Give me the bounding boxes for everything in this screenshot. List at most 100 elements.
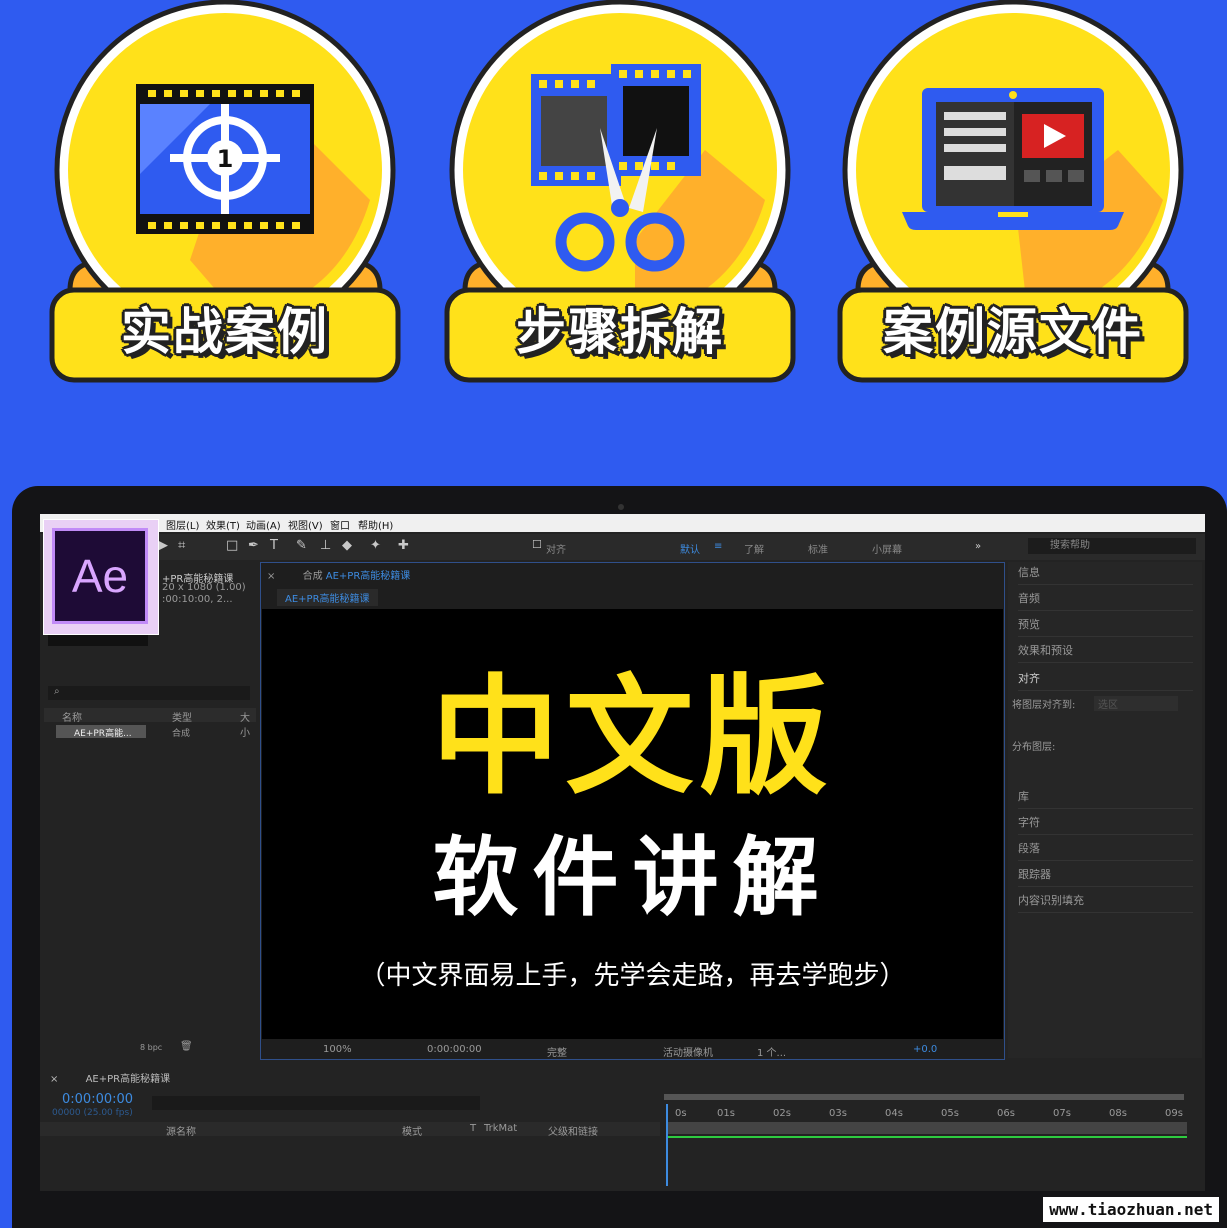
column-source-name[interactable]: 源名称 [166,1123,196,1138]
search-help-input[interactable]: 搜索帮助 [1028,538,1196,554]
menu-item-layer[interactable]: 图层(L) [166,517,199,532]
brush-tool-icon[interactable]: ✎ [296,538,307,553]
zoom-select[interactable]: 100% [323,1044,352,1055]
camera-dot [618,504,624,510]
time-ruler: 0s 01s 02s 03s 04s 05s 06s 07s 08s 09s [667,1108,1187,1120]
project-row[interactable]: AE+PR高能... [56,725,146,739]
column-size[interactable]: 大小 [240,709,256,739]
search-icon: ⌕ [54,686,60,697]
timecode-display[interactable]: 0:00:00:00 [427,1044,482,1055]
workspace-menu-icon[interactable]: ≡ [714,541,722,552]
panel-preview[interactable]: 预览 [1018,614,1193,637]
ruler-tick: 01s [717,1108,735,1119]
row-name: AE+PR高能... [74,729,132,739]
panel-align[interactable]: 对齐 [1018,668,1193,691]
comp-viewer: 中文版 软件讲解 （中文界面易上手，先学会走路，再去学跑步） [262,609,1003,1039]
menu-item-help[interactable]: 帮助(H) [358,517,393,532]
ruler-tick: 04s [885,1108,903,1119]
badge-label: 案例源文件 [883,303,1143,361]
bpc-label[interactable]: 8 bpc [140,1043,162,1052]
close-icon[interactable]: × [50,1074,58,1085]
svg-text:1: 1 [217,145,234,173]
timeline-fps: 00000 (25.00 fps) [52,1108,133,1118]
comp-duration-bar [667,1136,1187,1138]
project-columns: 名称 类型 大小 [44,708,256,739]
column-mode[interactable]: 模式 [402,1123,422,1138]
distribute-label: 分布图层: [1012,742,1056,753]
panel-tracker[interactable]: 跟踪器 [1018,864,1193,887]
comp-duration: :00:10:00, 2... [162,594,233,605]
workspace-default[interactable]: 默认 [680,541,700,556]
camera-tool-icon[interactable]: ▶ [158,538,168,553]
after-effects-logo: Ae [44,520,158,634]
ruler-tick: 09s [1165,1108,1183,1119]
close-icon[interactable]: × [267,571,275,582]
work-area-bar[interactable] [664,1094,1184,1100]
shape-tool-icon[interactable]: □ [226,538,238,553]
after-effects-window: 图层(L) 效果(T) 动画(A) 视图(V) 窗口 帮助(H) ▶ ⌗ □ ✒… [40,514,1205,1191]
badge-label: 实战案例 [121,303,329,361]
ruler-tick: 02s [773,1108,791,1119]
comp-tab-name: AE+PR高能秘籍课 [325,571,411,582]
ruler-tick: 05s [941,1108,959,1119]
menu-bar: 图层(L) 效果(T) 动画(A) 视图(V) 窗口 帮助(H) [40,514,1205,532]
project-search-input[interactable]: ⌕ [48,686,250,700]
type-tool-icon[interactable]: T [270,538,278,553]
align-to-label: 将图层对齐到: [1012,700,1076,711]
pen-tool-icon[interactable]: ✒ [248,538,259,553]
trash-icon[interactable]: 🗑 [180,1041,193,1052]
comp-dimensions: 20 x 1080 (1.00) [162,582,246,593]
menu-item-effect[interactable]: 效果(T) [206,517,240,532]
timeline-columns: 源名称 模式 T TrkMat 父级和链接 [40,1122,660,1138]
panel-content-aware-fill[interactable]: 内容识别填充 [1018,890,1193,913]
project-footer: 8 bpc 🗑 [44,1041,256,1056]
panel-info[interactable]: 信息 [1018,562,1193,585]
workspace-learn[interactable]: 了解 [744,541,764,556]
ruler-tick: 06s [997,1108,1015,1119]
project-panel: +PR高能秘籍课 20 x 1080 (1.00) :00:10:00, 2..… [44,562,258,1054]
column-type[interactable]: 类型 [172,709,192,724]
comp-subtab[interactable]: AE+PR高能秘籍课 [277,589,378,606]
column-name[interactable]: 名称 [62,709,82,724]
panel-library[interactable]: 库 [1018,786,1193,809]
workspace-small-screen[interactable]: 小屏幕 [872,541,902,556]
timeline-search-input[interactable] [152,1096,480,1110]
pan-behind-tool-icon[interactable]: ⌗ [178,538,185,553]
timeline-timecode[interactable]: 0:00:00:00 [62,1092,133,1107]
comp-tab[interactable]: × 合成 AE+PR高能秘籍课 [267,567,410,582]
exposure-value[interactable]: +0.0 [913,1044,937,1055]
column-trkmat[interactable]: TrkMat [484,1123,517,1134]
column-t[interactable]: T [470,1123,476,1134]
column-parent[interactable]: 父级和链接 [548,1123,598,1138]
menu-item-window[interactable]: 窗口 [330,517,350,532]
panel-effects-presets[interactable]: 效果和预设 [1018,640,1193,663]
badge-step-breakdown: 步骤拆解 [435,0,805,390]
ruler-tick: 08s [1109,1108,1127,1119]
timeline-tab[interactable]: × AE+PR高能秘籍课 [50,1070,170,1085]
more-workspaces-icon[interactable]: » [975,541,981,552]
right-panels: 信息 音频 预览 效果和预设 对齐 将图层对齐到: 选区 分布图层: 库 字符 … [1008,562,1202,1058]
clone-stamp-tool-icon[interactable]: ⊥ [320,538,331,553]
menu-item-animation[interactable]: 动画(A) [246,517,281,532]
resolution-select[interactable]: 完整 [547,1044,567,1059]
camera-select[interactable]: 活动摄像机 [663,1044,713,1059]
roto-brush-tool-icon[interactable]: ✦ [370,538,381,553]
timeline-tab-name: AE+PR高能秘籍课 [85,1074,171,1085]
playhead[interactable] [666,1104,668,1186]
ruler-tick: 03s [829,1108,847,1119]
panel-paragraph[interactable]: 段落 [1018,838,1193,861]
align-checkbox[interactable]: ☐ [532,538,542,551]
viewer-controls: 100% 0:00:00:00 完整 活动摄像机 1 个... +0.0 [261,1041,1004,1059]
badge-label: 步骤拆解 [516,303,724,361]
panel-character[interactable]: 字符 [1018,812,1193,835]
composition-panel: × 合成 AE+PR高能秘籍课 AE+PR高能秘籍课 中文版 软件讲解 （中文界… [260,562,1005,1060]
panel-audio[interactable]: 音频 [1018,588,1193,611]
menu-item-view[interactable]: 视图(V) [288,517,323,532]
puppet-tool-icon[interactable]: ✚ [398,538,409,553]
workspace-standard[interactable]: 标准 [808,541,828,556]
eraser-tool-icon[interactable]: ◆ [342,538,352,553]
layer-track [667,1122,1187,1134]
thumbnail-placeholder [48,632,148,646]
views-select[interactable]: 1 个... [757,1044,786,1059]
align-to-select[interactable]: 选区 [1094,696,1178,711]
